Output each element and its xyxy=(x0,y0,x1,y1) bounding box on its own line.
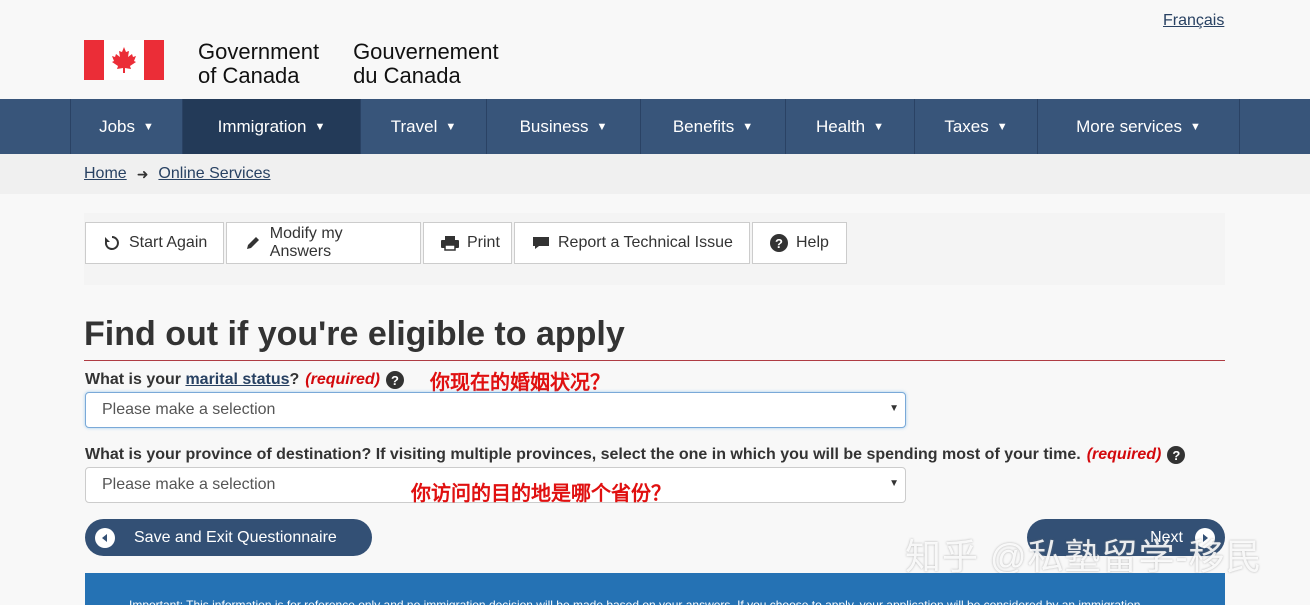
menu-item-travel[interactable]: Travel ▼ xyxy=(361,99,487,154)
breadcrumb-online-services-link[interactable]: Online Services xyxy=(158,165,270,183)
government-signature[interactable]: Government of Canada Gouvernement du Can… xyxy=(84,40,499,88)
arrow-left-circle-icon xyxy=(95,527,115,548)
chevron-down-icon: ▼ xyxy=(996,120,1008,133)
important-notice: Important: This information is for refer… xyxy=(85,573,1225,605)
required-label: (required) xyxy=(1086,446,1162,463)
question-circle-icon: ? xyxy=(769,233,789,253)
comment-icon xyxy=(531,234,551,252)
signature-english: Government of Canada xyxy=(198,39,320,88)
chevron-down-icon: ▼ xyxy=(314,120,326,133)
toolbar: Start Again Modify my Answers Print Repo… xyxy=(85,222,849,264)
pencil-icon xyxy=(243,234,263,252)
annotation-marital-status: 你现在的婚姻状况？ xyxy=(430,372,610,394)
menu-item-benefits[interactable]: Benefits ▼ xyxy=(641,99,786,154)
chevron-down-icon: ▼ xyxy=(143,120,154,133)
chevron-down-icon: ▼ xyxy=(742,120,754,133)
chevron-down-icon: ▼ xyxy=(596,120,608,133)
caret-down-icon: ▼ xyxy=(889,403,899,414)
annotation-province-destination: 你访问的目的地是哪个省份？ xyxy=(411,483,671,505)
menu-item-health[interactable]: Health ▼ xyxy=(786,99,915,154)
caret-down-icon: ▼ xyxy=(889,478,899,489)
help-button[interactable]: ? Help xyxy=(752,222,847,264)
refresh-icon xyxy=(102,234,122,252)
menu-item-business[interactable]: Business ▼ xyxy=(487,99,641,154)
menu-item-immigration[interactable]: Immigration ▼ xyxy=(183,99,361,154)
arrow-right-icon: ➜ xyxy=(136,165,149,182)
printer-icon xyxy=(440,234,460,252)
breadcrumb: Home ➜ Online Services xyxy=(0,154,1310,194)
start-again-button[interactable]: Start Again xyxy=(85,222,224,264)
menu-item-more-services[interactable]: More services ▼ xyxy=(1038,99,1240,154)
marital-status-select[interactable]: Please make a selection ▼ xyxy=(85,392,906,428)
save-exit-button[interactable]: Save and Exit Questionnaire xyxy=(85,519,372,556)
main-menu: Jobs ▼ Immigration ▼ Travel ▼ Business ▼ Ben… xyxy=(0,99,1310,154)
marital-status-link[interactable]: marital status xyxy=(185,371,289,389)
chevron-down-icon: ▼ xyxy=(1189,120,1201,133)
help-question-icon[interactable]: ? xyxy=(385,371,404,389)
menu-item-taxes[interactable]: Taxes ▼ xyxy=(915,99,1038,154)
page-title: Find out if you're eligible to apply xyxy=(84,315,625,353)
language-toggle-link[interactable]: Français xyxy=(1163,12,1224,30)
help-question-icon[interactable]: ? xyxy=(1167,446,1186,464)
menu-item-jobs[interactable]: Jobs ▼ xyxy=(71,99,183,154)
signature-french: Gouvernement du Canada xyxy=(353,39,499,88)
breadcrumb-home-link[interactable]: Home xyxy=(84,165,127,183)
page: Français Government of Canada Gouverneme… xyxy=(0,0,1310,605)
print-button[interactable]: Print xyxy=(423,222,512,264)
required-label: (required) xyxy=(305,371,380,388)
title-divider xyxy=(84,360,1225,361)
canada-flag-icon xyxy=(84,40,164,80)
svg-text:?: ? xyxy=(775,236,783,251)
report-issue-button[interactable]: Report a Technical Issue xyxy=(514,222,750,264)
question-province-destination: What is your province of destination? If… xyxy=(85,446,1186,464)
modify-answers-button[interactable]: Modify my Answers xyxy=(226,222,421,264)
chevron-down-icon: ▼ xyxy=(873,120,885,133)
question-marital-status: What is your marital status? (required) … xyxy=(85,371,404,389)
chevron-down-icon: ▼ xyxy=(445,120,457,133)
